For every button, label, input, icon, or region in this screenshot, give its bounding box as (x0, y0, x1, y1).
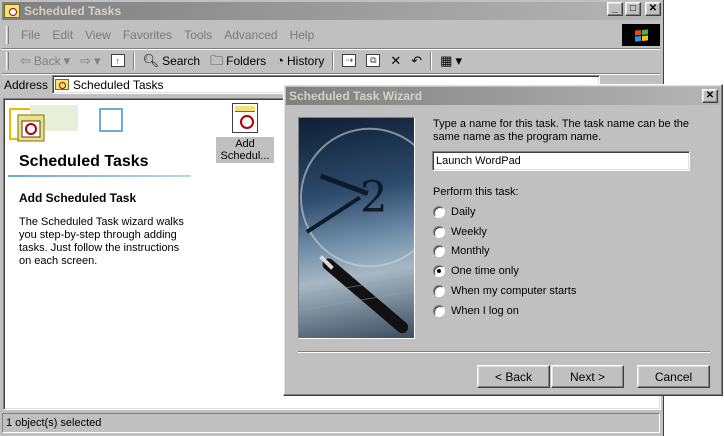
minimize-button[interactable]: _ (607, 2, 623, 16)
menu-help[interactable]: Help (284, 28, 321, 42)
radio-weekly[interactable]: Weekly (433, 226, 487, 238)
back-button[interactable]: ⇦ Back ▾ (15, 51, 75, 71)
history-button[interactable]: ◔ History (271, 51, 329, 71)
radio-label-one-time-only: One time only (451, 265, 519, 277)
scheduled-tasks-icon (4, 4, 20, 18)
status-text: 1 object(s) selected (6, 417, 102, 429)
radio-computer-starts[interactable]: When my computer starts (433, 285, 576, 297)
cancel-button[interactable]: Cancel (637, 365, 710, 388)
menu-advanced[interactable]: Advanced (218, 28, 283, 42)
folders-icon: 🗀 (210, 53, 224, 68)
radio-label-log-on: When I log on (451, 305, 519, 317)
toolbar-separator (132, 51, 135, 70)
close-button[interactable]: ✕ (645, 2, 661, 16)
back-label: Back (33, 53, 61, 68)
item-label-line2: Schedul... (220, 150, 270, 162)
chevron-down-icon: ▾ (455, 53, 462, 68)
radio-button-daily[interactable] (433, 206, 445, 218)
item-label-line1: Add (235, 138, 255, 150)
radio-button-weekly[interactable] (433, 226, 445, 238)
delete-button[interactable]: ✕ (385, 51, 406, 71)
move-to-icon: ⇢ (342, 54, 357, 67)
search-label: Search (162, 53, 201, 68)
forward-arrow-icon: ⇨ (80, 53, 92, 68)
back-arrow-icon: ⇦ (20, 53, 31, 68)
move-to-button[interactable]: ⇢ (337, 51, 361, 71)
search-button[interactable]: 🔍︎ Search (138, 51, 206, 71)
scheduled-task-wizard-dialog: Scheduled Task Wizard ✕ 2 Type a name fo… (283, 84, 723, 396)
radio-monthly[interactable]: Monthly (433, 245, 490, 257)
undo-icon: ↶ (411, 53, 423, 68)
radio-label-daily: Daily (451, 206, 476, 218)
wizard-title: Scheduled Task Wizard (289, 89, 423, 103)
menu-view[interactable]: View (79, 28, 117, 42)
status-bar: 1 object(s) selected (2, 413, 660, 433)
windows-logo-icon (622, 24, 660, 46)
caption-buttons: _ □ ✕ (607, 2, 661, 16)
toolbar: ⇦ Back ▾ ⇨ ▾ ↑ 🔍︎ Search 🗀 Folders ◔ His… (2, 48, 660, 72)
selected-item-title: Add Scheduled Task (19, 191, 137, 205)
folders-button[interactable]: 🗀 Folders (205, 51, 271, 71)
radio-button-computer-starts[interactable] (433, 285, 445, 297)
task-name-prompt: Type a name for this task. The task name… (433, 118, 689, 143)
address-value: Scheduled Tasks (73, 77, 164, 92)
toolbar-grip (6, 51, 9, 70)
menu-file[interactable]: File (15, 28, 46, 42)
radio-label-weekly: Weekly (451, 226, 487, 238)
radio-button-monthly[interactable] (433, 245, 445, 257)
chevron-down-icon: ▾ (63, 53, 71, 68)
heading-divider (8, 175, 191, 177)
menu-bar: File Edit View Favorites Tools Advanced … (2, 22, 660, 47)
svg-text:2: 2 (360, 172, 388, 222)
address-label: Address (4, 77, 49, 92)
history-icon: ◔ (276, 53, 284, 68)
toolbar-separator (430, 51, 433, 70)
add-scheduled-task-item[interactable]: Add Schedul... (216, 103, 274, 163)
forward-button[interactable]: ⇨ ▾ (75, 51, 105, 71)
radio-button-log-on[interactable] (433, 305, 445, 317)
up-folder-button[interactable]: ↑ (106, 51, 130, 71)
back-button-wizard[interactable]: < Back (477, 365, 550, 388)
copy-to-icon: ⧉ (366, 54, 381, 67)
search-icon: 🔍︎ (142, 53, 160, 68)
scheduled-tasks-banner-icon (9, 105, 123, 142)
maximize-button[interactable]: □ (625, 2, 641, 16)
perform-task-label: Perform this task: (433, 186, 519, 198)
views-icon: ▦ (440, 53, 453, 68)
next-button[interactable]: Next > (551, 365, 624, 388)
wizard-title-bar[interactable]: Scheduled Task Wizard (286, 87, 720, 105)
task-name-value: Launch WordPad (436, 155, 521, 167)
selected-item-description: The Scheduled Task wizard walks you step… (19, 216, 184, 267)
radio-one-time-only[interactable]: One time only (433, 265, 519, 277)
undo-button[interactable]: ↶ (406, 51, 427, 71)
chevron-down-icon: ▾ (94, 53, 101, 68)
task-name-input[interactable]: Launch WordPad (432, 151, 690, 171)
radio-log-on[interactable]: When I log on (433, 305, 519, 317)
views-button[interactable]: ▦ ▾ (435, 51, 467, 71)
delete-icon: ✕ (390, 53, 402, 68)
copy-to-button[interactable]: ⧉ (361, 51, 385, 71)
wizard-close-button[interactable]: ✕ (702, 89, 718, 103)
folders-label: Folders (226, 53, 267, 68)
radio-daily[interactable]: Daily (433, 206, 475, 218)
add-scheduled-task-icon (232, 103, 258, 133)
menu-favorites[interactable]: Favorites (117, 28, 178, 42)
radio-button-one-time-only[interactable] (433, 265, 445, 277)
menu-grip (6, 25, 9, 44)
menu-edit[interactable]: Edit (46, 28, 79, 42)
up-folder-icon: ↑ (110, 54, 125, 67)
scheduled-tasks-icon (55, 79, 70, 90)
wizard-divider (298, 351, 710, 353)
explorer-title-bar[interactable]: Scheduled Tasks (2, 2, 660, 20)
folder-heading: Scheduled Tasks (19, 153, 149, 170)
history-label: History (287, 53, 325, 68)
explorer-title: Scheduled Tasks (24, 4, 122, 18)
radio-label-monthly: Monthly (451, 245, 490, 257)
wizard-clock-pen-image: 2 (298, 117, 415, 339)
toolbar-separator (332, 51, 335, 70)
add-scheduled-task-label: Add Schedul... (216, 137, 274, 163)
menu-tools[interactable]: Tools (178, 28, 218, 42)
radio-label-computer-starts: When my computer starts (451, 285, 577, 297)
